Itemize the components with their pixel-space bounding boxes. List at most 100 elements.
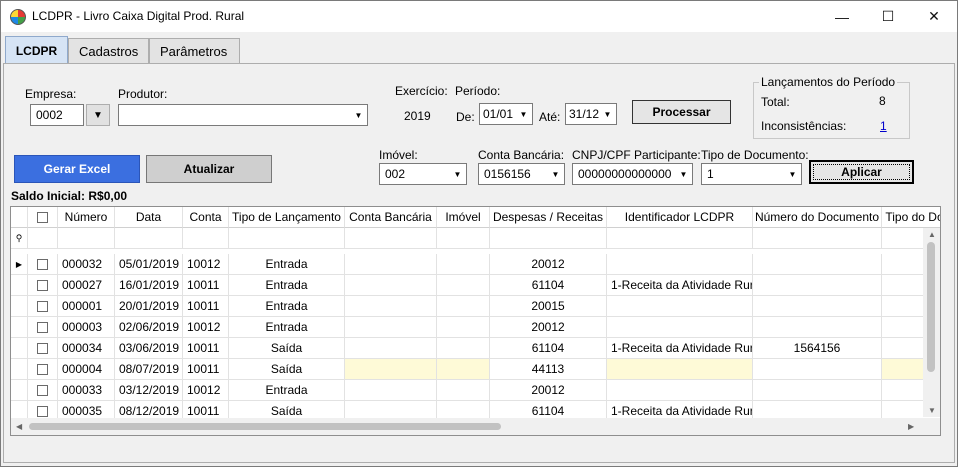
tab-lcdpr[interactable]: LCDPR	[5, 36, 68, 65]
row-checkbox[interactable]	[28, 296, 58, 317]
table-cell-imovel[interactable]	[437, 338, 490, 359]
column-header-identificador[interactable]: Identificador LCDPR	[607, 207, 753, 228]
table-cell-num-doc[interactable]	[753, 254, 882, 275]
table-row[interactable]: ▶ 000032 05/01/2019 10012 Entrada 20012	[11, 254, 940, 275]
table-cell-data[interactable]: 16/01/2019	[115, 275, 183, 296]
maximize-button[interactable]: ☐	[865, 1, 911, 32]
atualizar-button[interactable]: Atualizar	[146, 155, 272, 183]
table-cell-tipo[interactable]: Saída	[229, 338, 345, 359]
table-cell-num-doc[interactable]	[753, 317, 882, 338]
table-cell-identificador[interactable]	[607, 296, 753, 317]
scroll-left-icon[interactable]: ◀	[16, 422, 22, 431]
processar-button[interactable]: Processar	[632, 100, 731, 124]
tab-cadastros[interactable]: Cadastros	[68, 38, 149, 64]
table-cell-numero[interactable]: 000034	[58, 338, 115, 359]
filter-cell[interactable]	[58, 228, 115, 249]
table-cell-tipo[interactable]: Saída	[229, 359, 345, 380]
table-cell-identificador[interactable]: 1-Receita da Atividade Rural	[607, 338, 753, 359]
tab-parametros[interactable]: Parâmetros	[149, 38, 240, 64]
table-cell-numero[interactable]: 000027	[58, 275, 115, 296]
scroll-right-icon[interactable]: ▶	[908, 422, 914, 431]
table-cell-num-doc[interactable]	[753, 275, 882, 296]
imovel-select[interactable]: 002 ▼	[379, 163, 467, 185]
table-cell-tipo[interactable]: Entrada	[229, 380, 345, 401]
table-cell-conta[interactable]: 10011	[183, 359, 229, 380]
table-cell-imovel[interactable]	[437, 254, 490, 275]
empresa-dropdown-button[interactable]: ▼	[86, 104, 110, 126]
select-all-checkbox[interactable]	[28, 207, 58, 228]
table-cell-imovel[interactable]	[437, 317, 490, 338]
row-checkbox[interactable]	[28, 317, 58, 338]
filter-cell[interactable]	[437, 228, 490, 249]
table-cell-data[interactable]: 05/01/2019	[115, 254, 183, 275]
close-button[interactable]: ✕	[911, 1, 957, 32]
table-cell-imovel[interactable]	[437, 296, 490, 317]
tipo-documento-select[interactable]: 1 ▼	[701, 163, 802, 185]
table-cell-imovel[interactable]	[437, 380, 490, 401]
table-row[interactable]: 000034 03/06/2019 10011 Saída 61104 1-Receita…	[11, 338, 940, 359]
horizontal-scrollbar[interactable]: ◀ ▶	[11, 418, 940, 435]
table-row[interactable]: 000033 03/12/2019 10012 Entrada 20012	[11, 380, 940, 401]
cnpj-select[interactable]: 00000000000000 ▼	[572, 163, 693, 185]
table-cell-num-doc[interactable]: 1564156	[753, 338, 882, 359]
produtor-select[interactable]: ▼	[118, 104, 368, 126]
table-cell-identificador[interactable]	[607, 380, 753, 401]
column-header-data[interactable]: Data	[115, 207, 183, 228]
table-cell-identificador[interactable]	[607, 254, 753, 275]
scroll-down-icon[interactable]: ▼	[928, 406, 936, 415]
table-cell-imovel[interactable]	[437, 359, 490, 380]
table-cell-identificador[interactable]	[607, 317, 753, 338]
table-row[interactable]: 000027 16/01/2019 10011 Entrada 61104 1-Recei…	[11, 275, 940, 296]
table-cell-conta-bancaria[interactable]	[345, 296, 437, 317]
table-row[interactable]: 000004 08/07/2019 10011 Saída 44113	[11, 359, 940, 380]
minimize-button[interactable]: —	[819, 1, 865, 32]
table-cell-numero[interactable]: 000032	[58, 254, 115, 275]
column-header-despesas-receitas[interactable]: Despesas / Receitas	[490, 207, 607, 228]
aplicar-button[interactable]: Aplicar	[809, 160, 914, 184]
row-checkbox[interactable]	[28, 275, 58, 296]
table-cell-num-doc[interactable]	[753, 380, 882, 401]
table-cell-conta-bancaria[interactable]	[345, 254, 437, 275]
inconsistencias-link[interactable]: 1	[880, 119, 887, 133]
column-header-tipo-documento[interactable]: Tipo do Do	[882, 207, 940, 228]
table-cell-identificador[interactable]	[607, 359, 753, 380]
column-header-imovel[interactable]: Imóvel	[437, 207, 490, 228]
row-checkbox[interactable]	[28, 254, 58, 275]
table-cell-tipo[interactable]: Entrada	[229, 317, 345, 338]
table-row[interactable]: 000001 20/01/2019 10011 Entrada 20015	[11, 296, 940, 317]
table-cell-conta[interactable]: 10012	[183, 317, 229, 338]
table-cell-tipo[interactable]: Entrada	[229, 275, 345, 296]
table-cell-tipo[interactable]: Entrada	[229, 254, 345, 275]
table-cell-conta[interactable]: 10012	[183, 254, 229, 275]
row-checkbox[interactable]	[28, 380, 58, 401]
table-cell-num-doc[interactable]	[753, 296, 882, 317]
table-cell-data[interactable]: 03/12/2019	[115, 380, 183, 401]
table-cell-conta[interactable]: 10011	[183, 338, 229, 359]
table-cell-despesas[interactable]: 20015	[490, 296, 607, 317]
filter-cell[interactable]	[753, 228, 882, 249]
table-cell-numero[interactable]: 000001	[58, 296, 115, 317]
table-cell-conta-bancaria[interactable]	[345, 359, 437, 380]
filter-cell[interactable]	[607, 228, 753, 249]
row-checkbox[interactable]	[28, 338, 58, 359]
table-cell-tipo[interactable]: Entrada	[229, 296, 345, 317]
table-cell-data[interactable]: 03/06/2019	[115, 338, 183, 359]
table-cell-num-doc[interactable]	[753, 359, 882, 380]
vertical-scroll-thumb[interactable]	[927, 242, 935, 372]
table-cell-despesas[interactable]: 61104	[490, 275, 607, 296]
periodo-ate-select[interactable]: 31/12 ▼	[565, 103, 617, 125]
column-header-numero[interactable]: Número	[58, 207, 115, 228]
row-checkbox[interactable]	[28, 359, 58, 380]
scroll-up-icon[interactable]: ▲	[928, 230, 936, 239]
table-cell-despesas[interactable]: 61104	[490, 338, 607, 359]
periodo-de-select[interactable]: 01/01 ▼	[479, 103, 533, 125]
table-cell-data[interactable]: 02/06/2019	[115, 317, 183, 338]
filter-cell[interactable]	[229, 228, 345, 249]
table-cell-data[interactable]: 08/07/2019	[115, 359, 183, 380]
conta-bancaria-select[interactable]: 0156156 ▼	[478, 163, 565, 185]
gerar-excel-button[interactable]: Gerar Excel	[14, 155, 140, 183]
table-cell-despesas[interactable]: 20012	[490, 380, 607, 401]
empresa-field[interactable]: 0002	[30, 104, 84, 126]
table-cell-despesas[interactable]: 44113	[490, 359, 607, 380]
table-cell-numero[interactable]: 000033	[58, 380, 115, 401]
